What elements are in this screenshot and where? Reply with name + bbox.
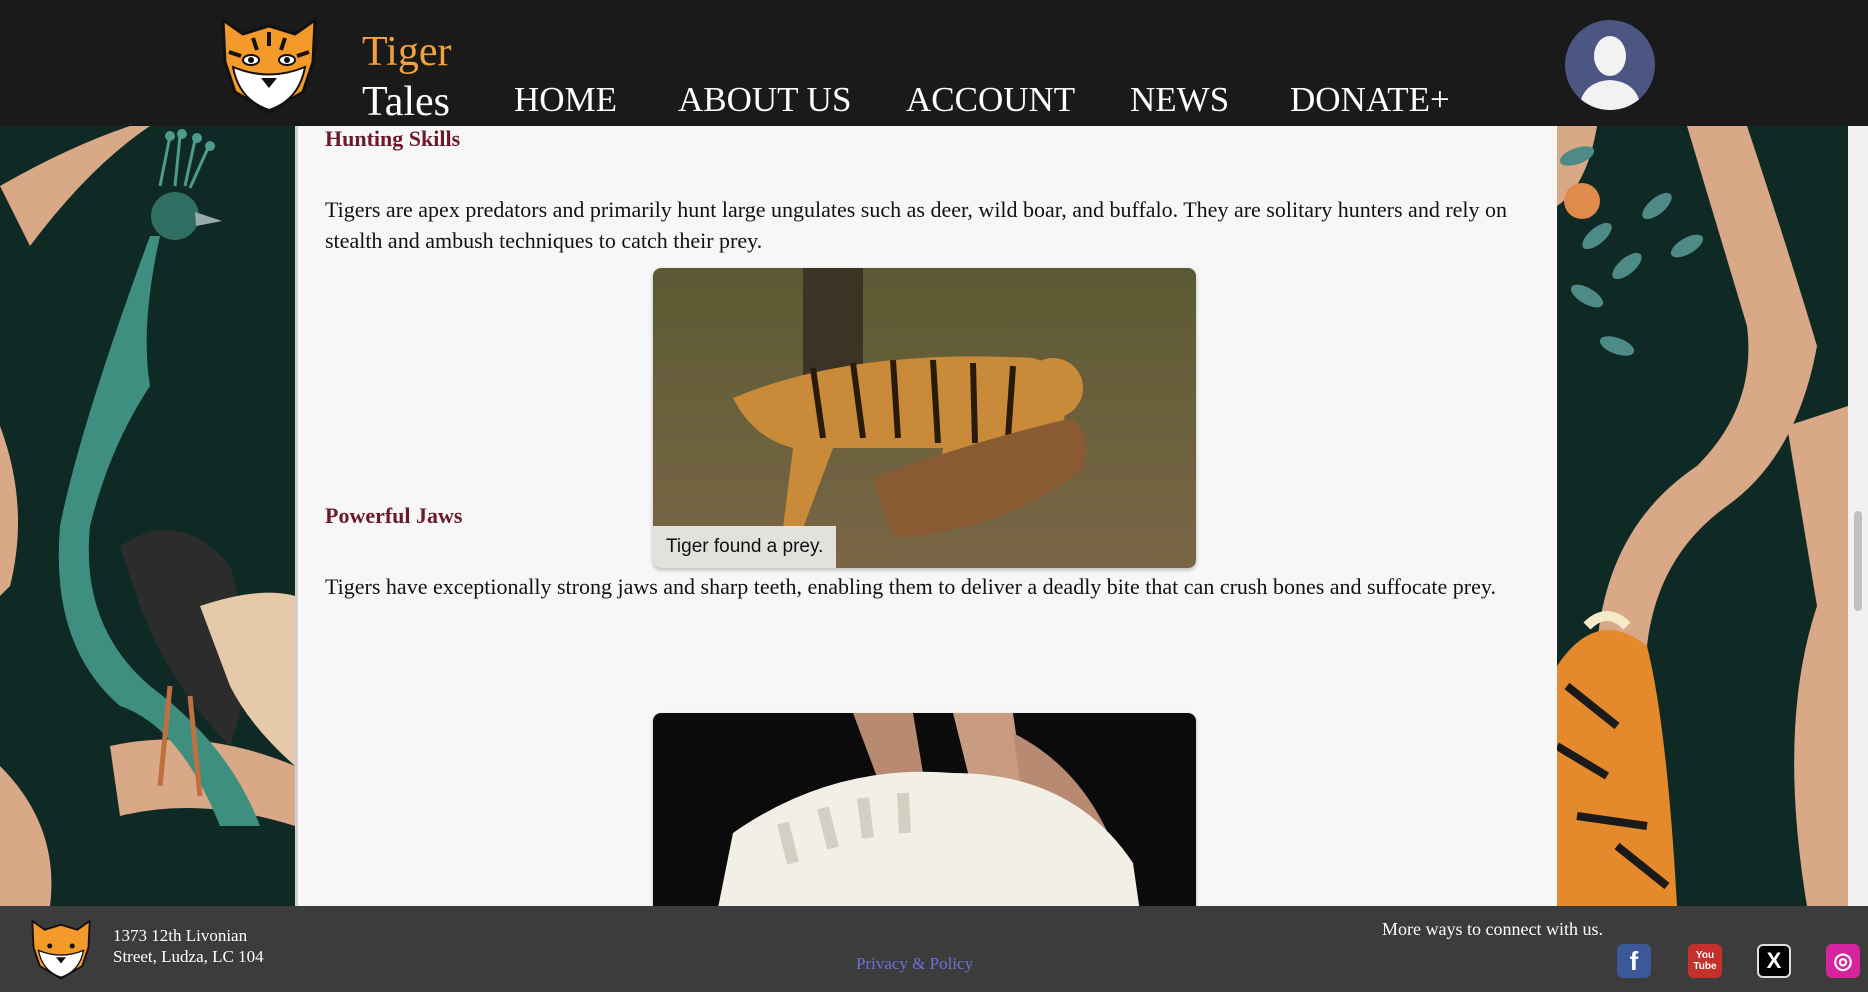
address-line-2: Street, Ludza, LC 104 [113, 947, 264, 966]
brand-name-top: Tiger [362, 29, 452, 75]
connect-text: More ways to connect with us. [1382, 919, 1603, 939]
nav-home[interactable]: HOME [514, 80, 617, 120]
tiger-footer-logo-icon [31, 919, 91, 980]
nav-account[interactable]: ACCOUNT [906, 80, 1075, 120]
nav-news[interactable]: NEWS [1130, 80, 1229, 120]
section-text-hunting-skills: Tigers are apex predators and primarily … [325, 197, 1508, 253]
user-avatar-icon[interactable] [1565, 20, 1655, 110]
site-footer: 1373 12th Livonian Street, Ludza, LC 104… [0, 906, 1868, 992]
tiger-logo-icon[interactable] [213, 12, 325, 116]
address-line-1: 1373 12th Livonian [113, 926, 248, 945]
jungle-tiger-decoration [1557, 126, 1848, 906]
photo-caption: Tiger found a prey. [653, 526, 837, 568]
youtube-icon[interactable]: You Tube [1688, 944, 1722, 978]
tiger-prey-image [653, 268, 1196, 568]
facebook-icon[interactable]: f [1617, 944, 1651, 978]
privacy-policy-link[interactable]: Privacy & Policy [856, 954, 973, 974]
scrollbar-thumb[interactable] [1854, 511, 1862, 611]
tiger-skull-image [653, 713, 1196, 906]
tiger-skull-photo [653, 713, 1196, 906]
nav-donate[interactable]: DONATE+ [1290, 80, 1450, 120]
tiger-prey-photo: Tiger found a prey. [653, 268, 1196, 568]
peacock-decoration [0, 126, 295, 906]
page-scrollbar[interactable] [1848, 126, 1868, 906]
main-content: Hunting Skills Tigers are apex predators… [295, 126, 1557, 906]
instagram-icon[interactable]: ◎ [1826, 944, 1860, 978]
section-heading-hunting-skills: Hunting Skills [325, 126, 461, 151]
site-header: Tiger Tales HOME ABOUT US ACCOUNT NEWS D… [0, 0, 1868, 127]
section-text-powerful-jaws: Tigers have exceptionally strong jaws an… [325, 574, 1496, 599]
brand-name-bottom: Tales [362, 79, 451, 125]
nav-about-us[interactable]: ABOUT US [678, 80, 851, 120]
section-heading-powerful-jaws: Powerful Jaws [325, 503, 463, 528]
x-icon[interactable]: X [1757, 944, 1791, 978]
footer-address: 1373 12th Livonian Street, Ludza, LC 104 [113, 925, 313, 967]
